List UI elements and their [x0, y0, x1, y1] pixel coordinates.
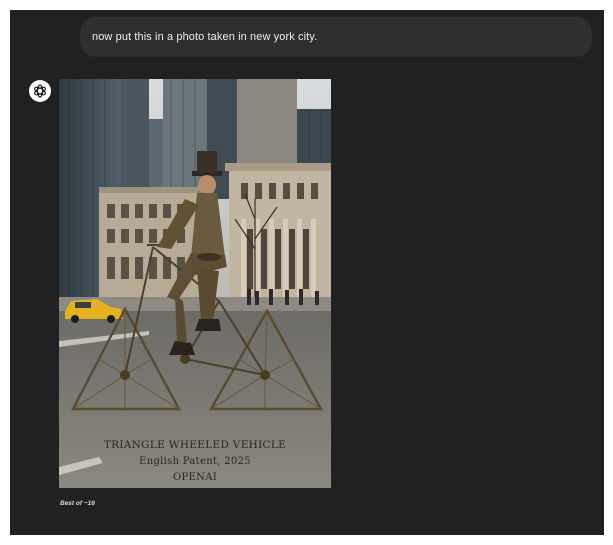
image-caption-subtitle: English Patent, 2025: [139, 456, 251, 467]
user-message-bubble: now put this in a photo taken in new yor…: [80, 17, 592, 57]
image-caption-title: TRIANGLE WHEELED VEHICLE: [103, 439, 287, 451]
user-message-text: now put this in a photo taken in new yor…: [92, 31, 318, 43]
best-of-label: Best of ~16: [60, 500, 95, 507]
generated-image[interactable]: TRIANGLE WHEELED VEHICLE English Patent,…: [59, 79, 331, 488]
openai-logo-icon: [29, 80, 51, 102]
image-caption-brand: OPENAI: [173, 472, 217, 483]
chat-window: now put this in a photo taken in new yor…: [10, 10, 604, 535]
